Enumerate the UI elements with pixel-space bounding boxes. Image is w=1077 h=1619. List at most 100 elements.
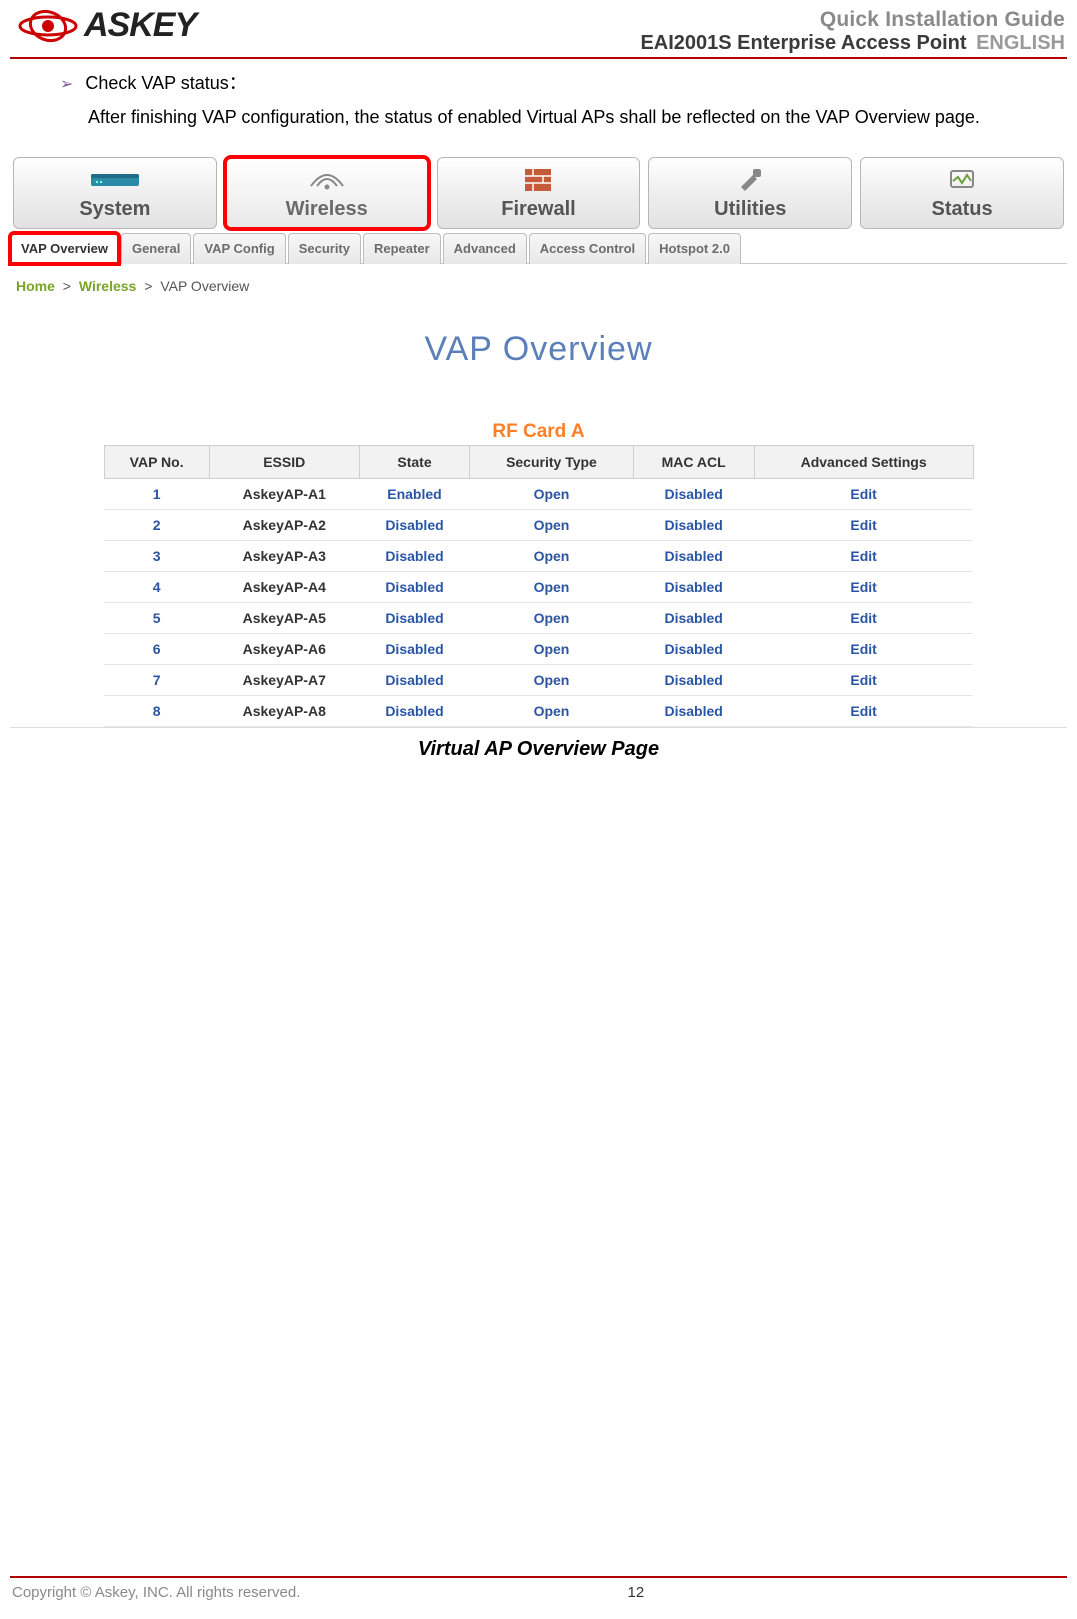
brand-name: ASKEY (84, 6, 196, 45)
breadcrumb-sep: > (63, 278, 71, 294)
breadcrumb-section[interactable]: Wireless (79, 278, 136, 294)
essid: AskeyAP-A6 (209, 634, 359, 665)
wireless-icon (307, 166, 347, 194)
mac-acl-link[interactable]: Disabled (633, 541, 754, 572)
sub-tab-repeater[interactable]: Repeater (363, 233, 441, 264)
figure-caption: Virtual AP Overview Page (0, 738, 1077, 761)
bullet-chevron-icon: ➢ (60, 74, 73, 96)
main-tab-firewall[interactable]: Firewall (437, 157, 641, 229)
breadcrumb-leaf: VAP Overview (160, 278, 249, 294)
sub-tab-general[interactable]: General (121, 233, 191, 264)
rf-card-title: RF Card A (10, 421, 1067, 443)
main-tab-utilities[interactable]: Utilities (648, 157, 852, 229)
mac-acl-link[interactable]: Disabled (633, 696, 754, 727)
bullet-title: Check VAP status： (85, 69, 246, 95)
sub-tabs: VAP OverviewGeneralVAP ConfigSecurityRep… (10, 233, 1067, 264)
main-tab-wireless[interactable]: Wireless (225, 157, 429, 229)
vap-overview-panel: VAP Overview RF Card A VAP No.ESSIDState… (10, 330, 1067, 727)
mac-acl-link[interactable]: Disabled (633, 572, 754, 603)
sub-tab-hotspot-2-0[interactable]: Hotspot 2.0 (648, 233, 741, 264)
system-icon (89, 166, 141, 194)
essid: AskeyAP-A1 (209, 479, 359, 510)
mac-acl-link[interactable]: Disabled (633, 665, 754, 696)
state-link[interactable]: Disabled (359, 572, 470, 603)
edit-link[interactable]: Edit (754, 510, 973, 541)
column-header: MAC ACL (633, 446, 754, 479)
edit-link[interactable]: Edit (754, 479, 973, 510)
essid: AskeyAP-A8 (209, 696, 359, 727)
instruction-block: ➢ Check VAP status： After finishing VAP … (60, 69, 1017, 134)
table-row: 1AskeyAP-A1EnabledOpenDisabledEdit (104, 479, 973, 510)
sub-tab-advanced[interactable]: Advanced (443, 233, 527, 264)
panel-title: VAP Overview (10, 330, 1067, 369)
brand-logo: ASKEY (18, 6, 196, 45)
main-tab-label: Status (932, 198, 993, 221)
essid: AskeyAP-A3 (209, 541, 359, 572)
security-link[interactable]: Open (470, 541, 633, 572)
sub-tab-vap-overview[interactable]: VAP Overview (10, 233, 119, 264)
sub-tab-security[interactable]: Security (288, 233, 361, 264)
state-link[interactable]: Disabled (359, 634, 470, 665)
main-tabs: System Wireless Firewall Utilities Status (10, 154, 1067, 229)
product-name: EAI2001S Enterprise Access Point (640, 32, 966, 54)
header-right: Quick Installation Guide EAI2001S Enterp… (640, 8, 1065, 55)
mac-acl-link[interactable]: Disabled (633, 479, 754, 510)
main-tab-label: System (79, 198, 150, 221)
sub-tab-access-control[interactable]: Access Control (529, 233, 646, 264)
vap-no: 6 (104, 634, 209, 665)
table-row: 3AskeyAP-A3DisabledOpenDisabledEdit (104, 541, 973, 572)
essid: AskeyAP-A2 (209, 510, 359, 541)
state-link[interactable]: Disabled (359, 510, 470, 541)
main-tab-status[interactable]: Status (860, 157, 1064, 229)
edit-link[interactable]: Edit (754, 696, 973, 727)
edit-link[interactable]: Edit (754, 665, 973, 696)
edit-link[interactable]: Edit (754, 634, 973, 665)
vap-no: 5 (104, 603, 209, 634)
main-tab-system[interactable]: System (13, 157, 217, 229)
essid: AskeyAP-A7 (209, 665, 359, 696)
security-link[interactable]: Open (470, 572, 633, 603)
doc-subtitle: EAI2001S Enterprise Access Point ENGLISH (640, 32, 1065, 55)
state-link[interactable]: Disabled (359, 541, 470, 572)
header-rule (10, 57, 1067, 59)
security-link[interactable]: Open (470, 510, 633, 541)
table-row: 7AskeyAP-A7DisabledOpenDisabledEdit (104, 665, 973, 696)
security-link[interactable]: Open (470, 603, 633, 634)
ui-screenshot: System Wireless Firewall Utilities Status VA… (10, 154, 1067, 728)
security-link[interactable]: Open (470, 479, 633, 510)
essid: AskeyAP-A4 (209, 572, 359, 603)
security-link[interactable]: Open (470, 634, 633, 665)
mac-acl-link[interactable]: Disabled (633, 634, 754, 665)
doc-language: ENGLISH (976, 32, 1065, 54)
state-link[interactable]: Disabled (359, 603, 470, 634)
mac-acl-link[interactable]: Disabled (633, 510, 754, 541)
status-icon (947, 166, 977, 194)
vap-no: 3 (104, 541, 209, 572)
firewall-icon (523, 166, 553, 194)
security-link[interactable]: Open (470, 665, 633, 696)
edit-link[interactable]: Edit (754, 603, 973, 634)
state-link[interactable]: Disabled (359, 665, 470, 696)
bullet-paragraph: After finishing VAP configuration, the s… (88, 100, 1017, 134)
breadcrumb-sep: > (144, 278, 152, 294)
column-header: Advanced Settings (754, 446, 973, 479)
mac-acl-link[interactable]: Disabled (633, 603, 754, 634)
main-tab-label: Firewall (501, 198, 575, 221)
breadcrumb-home[interactable]: Home (16, 278, 55, 294)
edit-link[interactable]: Edit (754, 541, 973, 572)
state-link[interactable]: Disabled (359, 696, 470, 727)
vap-no: 1 (104, 479, 209, 510)
table-row: 6AskeyAP-A6DisabledOpenDisabledEdit (104, 634, 973, 665)
main-tab-label: Utilities (714, 198, 786, 221)
vap-no: 2 (104, 510, 209, 541)
security-link[interactable]: Open (470, 696, 633, 727)
vap-no: 4 (104, 572, 209, 603)
sub-tab-vap-config[interactable]: VAP Config (193, 233, 285, 264)
vap-table: VAP No.ESSIDStateSecurity TypeMAC ACLAdv… (104, 445, 974, 727)
column-header: ESSID (209, 446, 359, 479)
table-row: 8AskeyAP-A8DisabledOpenDisabledEdit (104, 696, 973, 727)
copyright-text: Copyright © Askey, INC. All rights reser… (12, 1584, 300, 1601)
page-number: 12 (628, 1584, 645, 1601)
state-link[interactable]: Enabled (359, 479, 470, 510)
edit-link[interactable]: Edit (754, 572, 973, 603)
